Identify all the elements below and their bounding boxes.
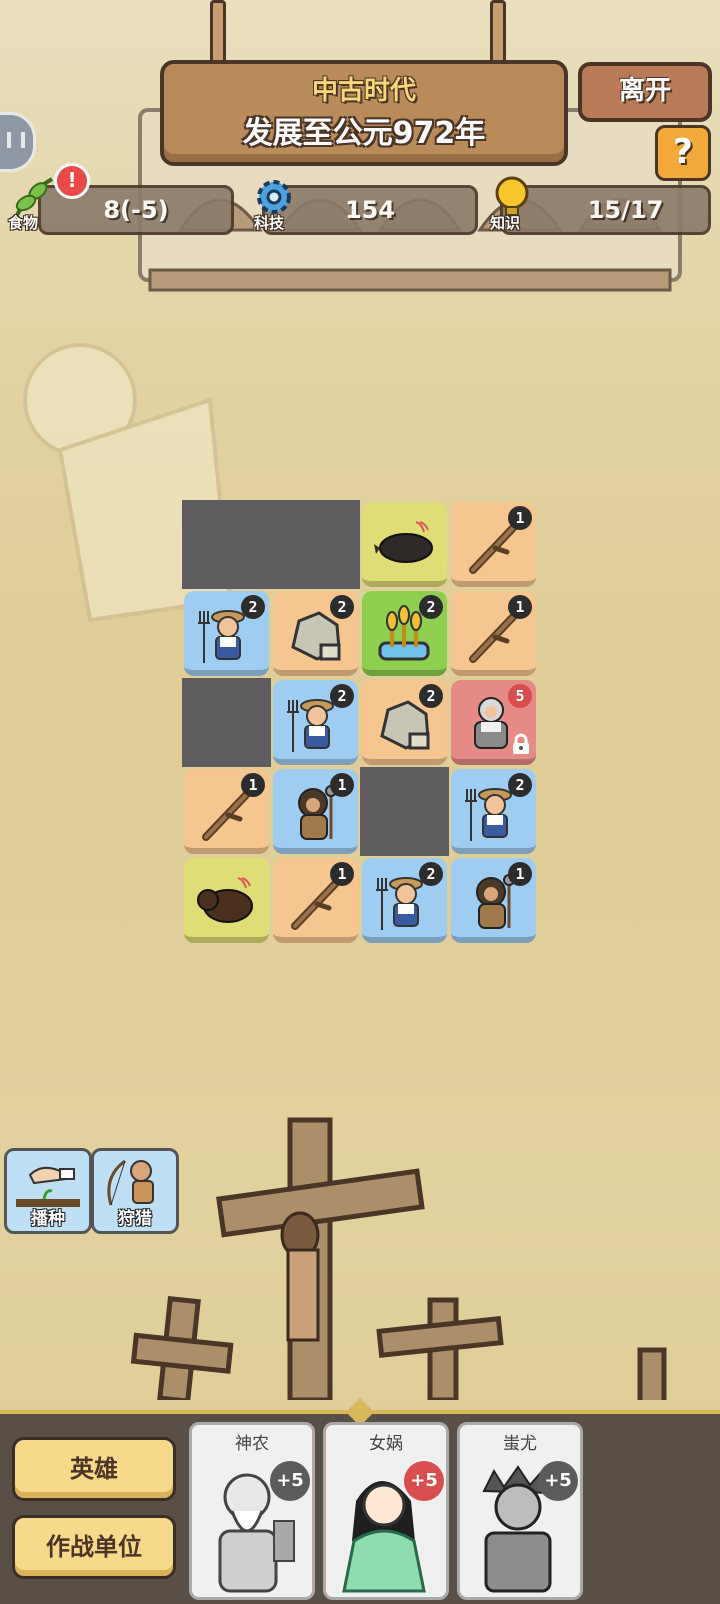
level-badge: 2 xyxy=(508,773,532,797)
skill-sowing[interactable]: 播种 xyxy=(4,1148,92,1234)
level-badge: 1 xyxy=(330,862,354,886)
bear-tile[interactable] xyxy=(184,858,269,943)
farmer-tile[interactable]: 2 xyxy=(451,769,536,854)
empty-cell[interactable] xyxy=(182,500,271,589)
caveman-tile[interactable]: 1 xyxy=(273,769,358,854)
board-cell[interactable]: 2 xyxy=(271,678,360,767)
level-badge: 1 xyxy=(508,506,532,530)
level-badge: 2 xyxy=(419,684,443,708)
farmer-tile[interactable]: 2 xyxy=(362,858,447,943)
boar-icon xyxy=(374,521,433,563)
board-cell[interactable]: 2 xyxy=(360,678,449,767)
merge-board: 1 2 2 2 1 2 2 5 1 1 2 1 2 1 xyxy=(182,500,539,945)
empty-cell[interactable] xyxy=(360,767,449,856)
help-button[interactable]: ? xyxy=(655,125,711,181)
board-cell[interactable]: 2 xyxy=(360,856,449,945)
branch-tile[interactable]: 1 xyxy=(273,858,358,943)
hero-card-nuwa[interactable]: 女娲 +5 xyxy=(323,1422,449,1600)
level-badge: 5 xyxy=(508,684,532,708)
level-badge: 2 xyxy=(241,595,265,619)
branch-tile[interactable]: 1 xyxy=(451,502,536,587)
units-tab-button[interactable]: 作战单位 xyxy=(12,1515,176,1579)
hero-card-shennong[interactable]: 神农 +5 xyxy=(189,1422,315,1600)
level-badge: 2 xyxy=(330,595,354,619)
board-cell[interactable]: 2 xyxy=(360,589,449,678)
level-badge: 2 xyxy=(419,595,443,619)
board-cell[interactable]: 1 xyxy=(182,767,271,856)
board-cell[interactable] xyxy=(182,856,271,945)
skill-hunting-label: 狩猎 xyxy=(118,1209,152,1229)
empty-cell[interactable] xyxy=(182,678,271,767)
crucifixion-scene xyxy=(130,1117,667,1400)
hero-name: 女娲 xyxy=(369,1434,403,1454)
board-cell[interactable]: 2 xyxy=(182,589,271,678)
hero-card-chiyou[interactable]: 蚩尤 +5 xyxy=(457,1422,583,1600)
board-cell[interactable]: 1 xyxy=(271,767,360,856)
lock-icon xyxy=(513,733,529,754)
era-progress: 发展至公元972年 xyxy=(242,116,486,151)
level-badge: 1 xyxy=(330,773,354,797)
farmer-tile[interactable]: 2 xyxy=(273,680,358,765)
heroes-tab-button[interactable]: 英雄 xyxy=(12,1437,176,1501)
level-badge: 1 xyxy=(508,862,532,886)
hero-name: 蚩尤 xyxy=(503,1434,537,1454)
stone-tile[interactable]: 2 xyxy=(273,591,358,676)
stone-tile[interactable]: 2 xyxy=(362,680,447,765)
board-cell[interactable] xyxy=(360,500,449,589)
wheat-tile[interactable]: 2 xyxy=(362,591,447,676)
board-cell[interactable]: 1 xyxy=(271,856,360,945)
skill-hunting[interactable]: 狩猎 xyxy=(91,1148,179,1234)
boar-tile[interactable] xyxy=(362,502,447,587)
caveman-tile[interactable]: 1 xyxy=(451,858,536,943)
hero-bonus-badge: +5 xyxy=(404,1461,444,1501)
board-cell[interactable]: 1 xyxy=(449,589,538,678)
hero-bonus-badge: +5 xyxy=(538,1461,578,1501)
bear-icon xyxy=(197,877,253,923)
empty-cell[interactable] xyxy=(271,500,360,589)
level-badge: 1 xyxy=(508,595,532,619)
branch-tile[interactable]: 1 xyxy=(184,769,269,854)
warrior-tile[interactable]: 5 xyxy=(451,680,536,765)
sowing-icon xyxy=(16,1166,80,1207)
tech-label: 科技 xyxy=(254,214,285,232)
skill-sowing-label: 播种 xyxy=(31,1209,65,1229)
board-cell[interactable]: 5 xyxy=(449,678,538,767)
hero-name: 神农 xyxy=(235,1434,269,1454)
era-title: 中古时代 xyxy=(311,76,416,106)
food-label: 食物 xyxy=(8,214,39,232)
hunting-icon xyxy=(107,1159,154,1206)
level-badge: 2 xyxy=(330,684,354,708)
knowledge-label: 知识 xyxy=(490,214,521,232)
food-alert-badge: ! xyxy=(54,163,90,199)
board-cell[interactable]: 2 xyxy=(271,589,360,678)
hero-bonus-badge: +5 xyxy=(270,1461,310,1501)
board-cell[interactable]: 1 xyxy=(449,500,538,589)
board-cell[interactable]: 2 xyxy=(449,767,538,856)
level-badge: 2 xyxy=(419,862,443,886)
farmer-tile[interactable]: 2 xyxy=(184,591,269,676)
era-sign: 中古时代 发展至公元972年 xyxy=(160,60,568,166)
level-badge: 1 xyxy=(241,773,265,797)
board-cell[interactable]: 1 xyxy=(449,856,538,945)
leave-button[interactable]: 离开 xyxy=(578,62,712,122)
branch-tile[interactable]: 1 xyxy=(451,591,536,676)
